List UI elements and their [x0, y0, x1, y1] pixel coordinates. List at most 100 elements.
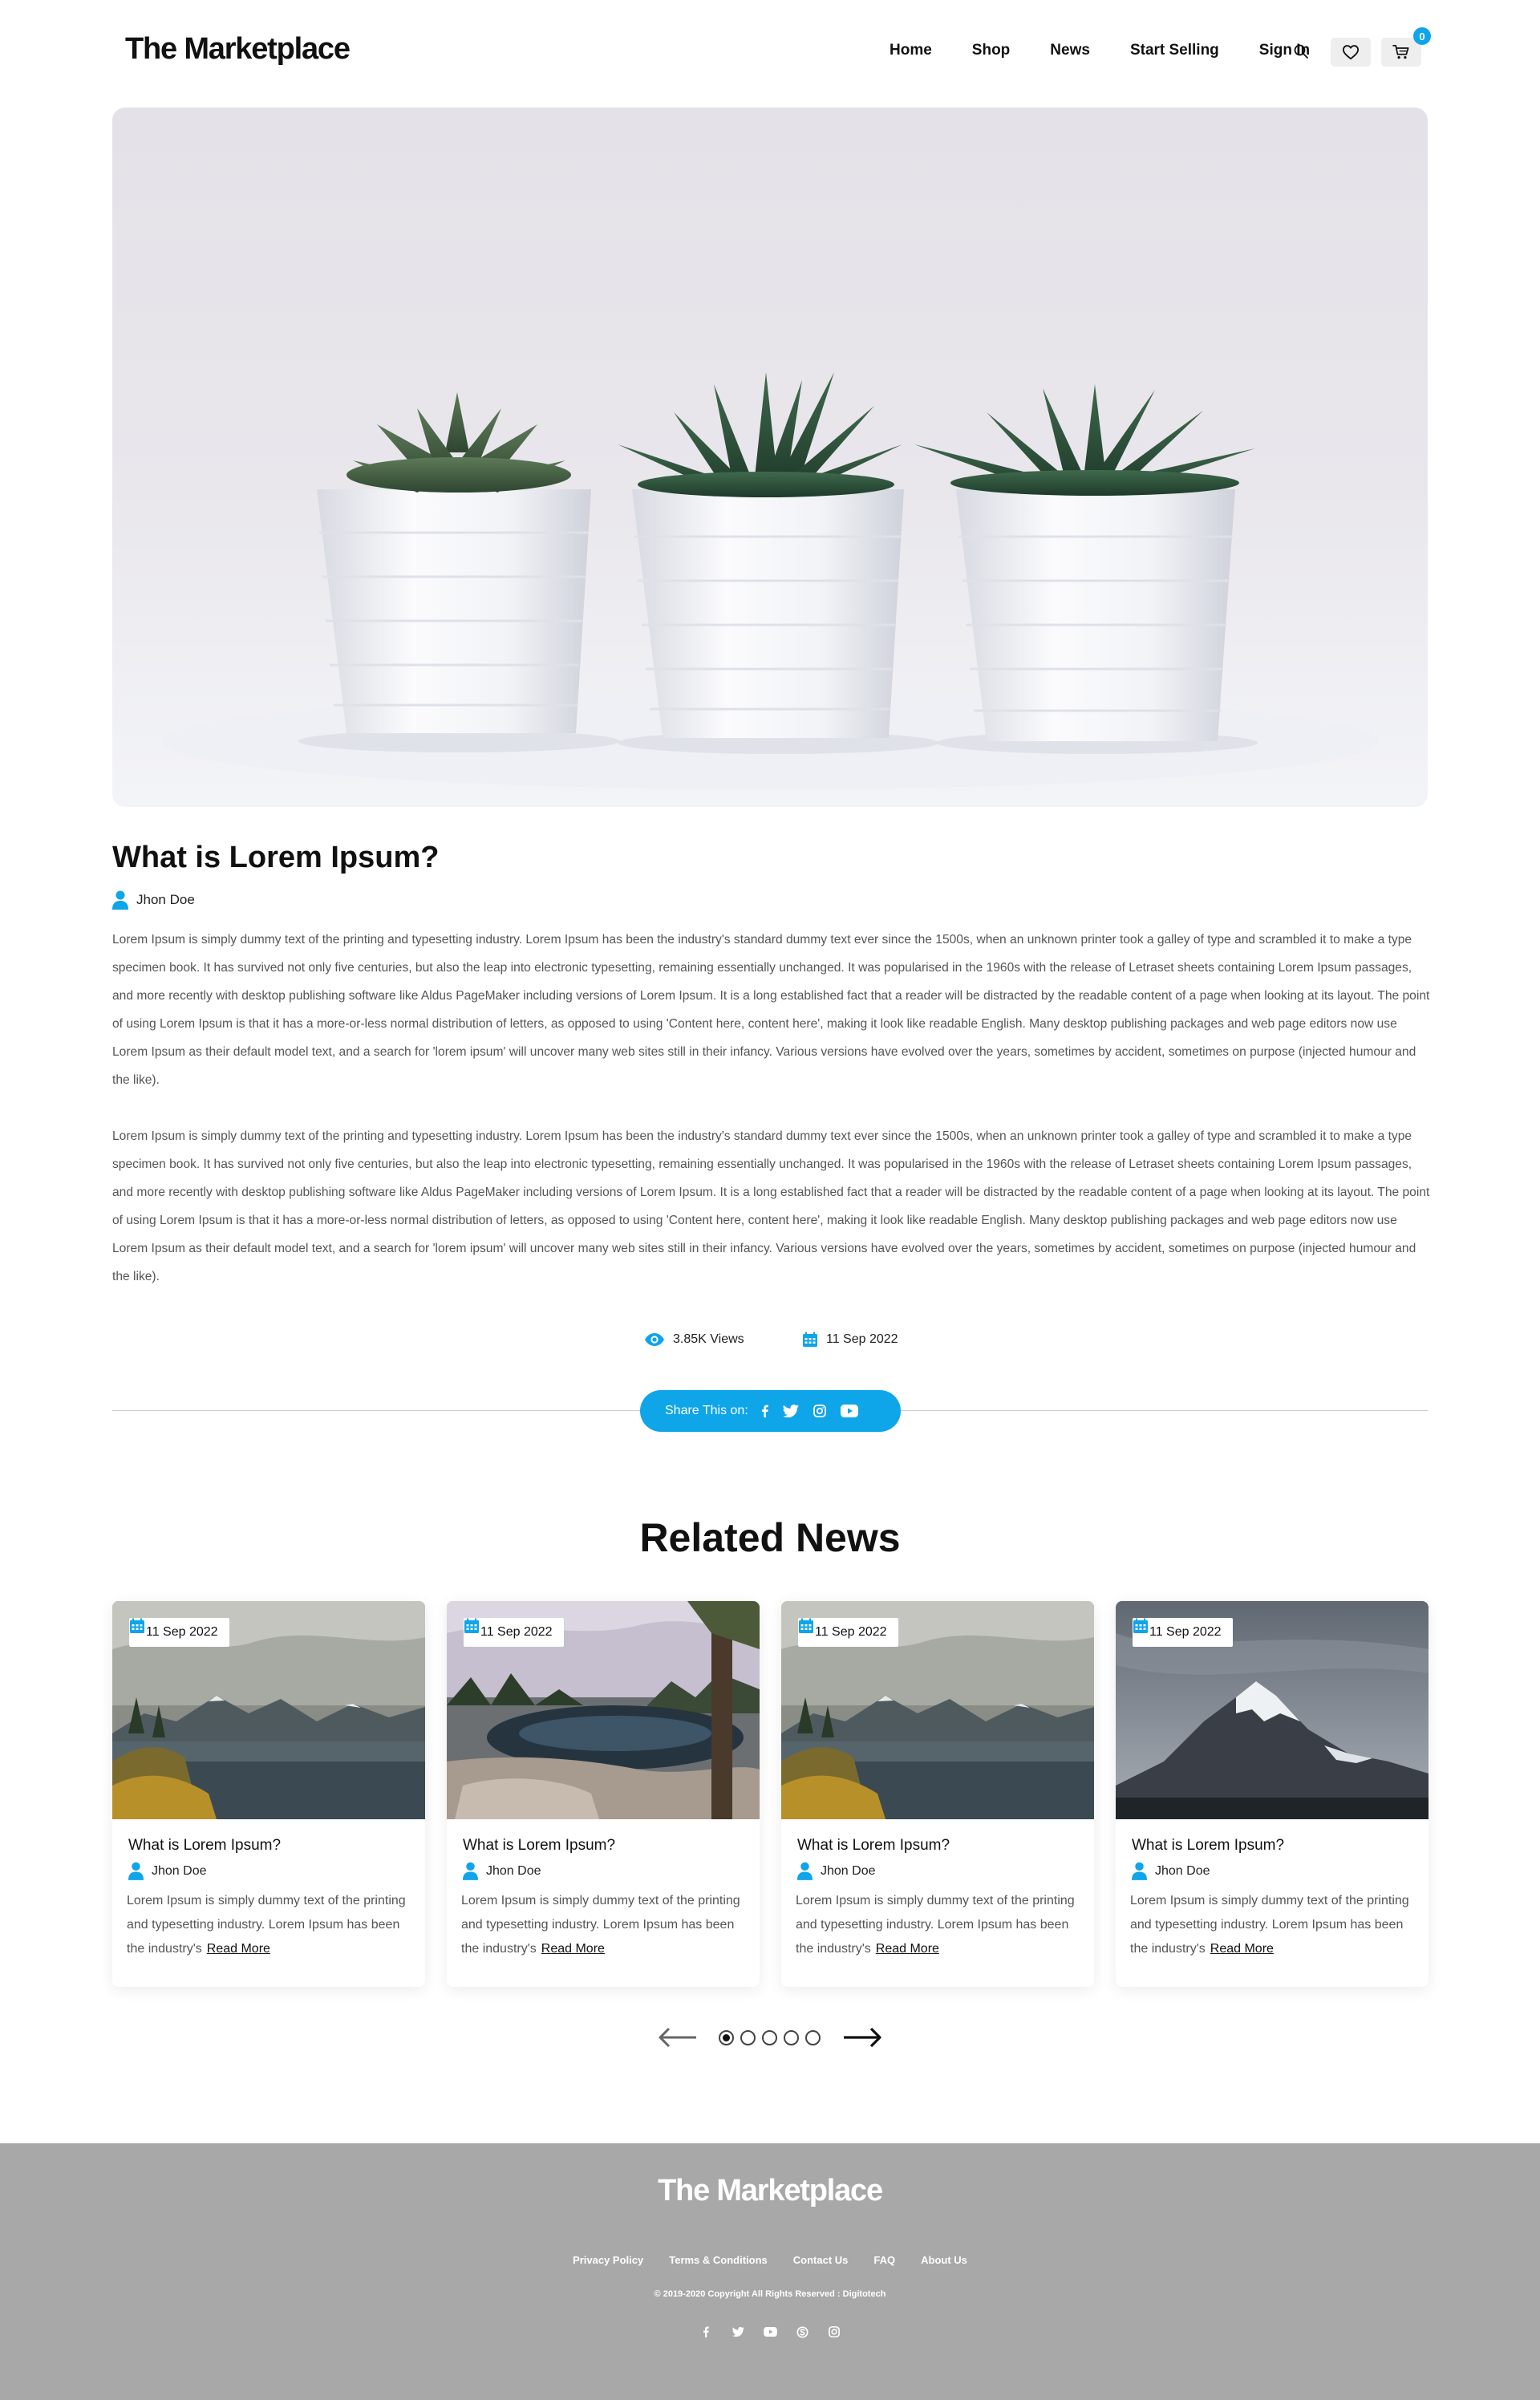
news-card-date: 11 Sep 2022: [798, 1618, 898, 1647]
carousel-dot[interactable]: [805, 2030, 821, 2045]
news-card[interactable]: 11 Sep 2022 What is Lorem Ipsum? Jhon Do…: [112, 1601, 425, 1987]
footer-link-privacy[interactable]: Privacy Policy: [573, 2254, 643, 2266]
main-nav: Home Shop News Start Selling Sign In: [890, 42, 1310, 59]
article-date-text: 11 Sep 2022: [826, 1332, 898, 1346]
share-instagram-button[interactable]: [813, 1405, 826, 1417]
instagram-icon: [813, 1405, 826, 1417]
news-card-image: 11 Sep 2022: [1116, 1601, 1429, 1819]
news-card-author-name: Jhon Doe: [821, 1863, 876, 1878]
news-card-author-name: Jhon Doe: [486, 1863, 541, 1878]
news-card-image: 11 Sep 2022: [112, 1601, 425, 1819]
arrow-right-icon: [844, 2027, 881, 2048]
read-more-link[interactable]: Read More: [541, 1942, 605, 1956]
news-card[interactable]: 11 Sep 2022 What is Lorem Ipsum? Jhon Do…: [447, 1601, 760, 1987]
site-logo[interactable]: The Marketplace: [125, 32, 351, 67]
hero-image: [112, 107, 1428, 807]
carousel-dot[interactable]: [784, 2030, 799, 2045]
article-author-name: Jhon Doe: [136, 892, 195, 907]
nav-shop[interactable]: Shop: [972, 42, 1011, 59]
share-facebook-button[interactable]: [761, 1405, 768, 1417]
footer-link-terms[interactable]: Terms & Conditions: [669, 2254, 768, 2266]
read-more-link[interactable]: Read More: [207, 1942, 270, 1956]
twitter-icon: [782, 1405, 799, 1417]
user-icon: [797, 1862, 813, 1880]
carousel-prev-button[interactable]: [658, 2025, 698, 2050]
footer-skype-link[interactable]: [793, 2323, 811, 2341]
skype-icon: [796, 2325, 808, 2338]
news-card-date: 11 Sep 2022: [1133, 1618, 1233, 1647]
calendar-icon: [803, 1332, 817, 1347]
news-card-author-name: Jhon Doe: [1155, 1863, 1210, 1878]
footer-twitter-link[interactable]: [729, 2323, 747, 2341]
news-card-excerpt: Lorem Ipsum is simply dummy text of the …: [461, 1894, 740, 1956]
news-card-title[interactable]: What is Lorem Ipsum?: [128, 1837, 281, 1855]
cart-icon: [1392, 44, 1409, 59]
carousel-dot[interactable]: [740, 2030, 756, 2045]
footer-link-about[interactable]: About Us: [921, 2254, 967, 2266]
news-card[interactable]: 11 Sep 2022 What is Lorem Ipsum? Jhon Do…: [1116, 1601, 1429, 1987]
carousel-dot[interactable]: [719, 2030, 734, 2045]
share-twitter-button[interactable]: [782, 1405, 799, 1417]
read-more-link[interactable]: Read More: [1210, 1942, 1274, 1956]
cart-button[interactable]: 0: [1381, 27, 1431, 67]
news-card-date: 11 Sep 2022: [464, 1618, 564, 1647]
news-card-date-text: 11 Sep 2022: [815, 1625, 887, 1639]
news-card-date: 11 Sep 2022: [129, 1618, 229, 1647]
footer-instagram-link[interactable]: [825, 2323, 843, 2341]
site-header: The Marketplace Home Shop News Start Sel…: [0, 0, 1540, 104]
news-card-author: Jhon Doe: [128, 1862, 207, 1880]
related-news-carousel: 11 Sep 2022 What is Lorem Ipsum? Jhon Do…: [112, 1601, 1429, 1987]
article-title: What is Lorem Ipsum?: [112, 841, 440, 874]
nav-news[interactable]: News: [1050, 42, 1090, 59]
cart-count-badge: 0: [1413, 27, 1431, 45]
carousel-next-button[interactable]: [842, 2025, 882, 2050]
article-date: 11 Sep 2022: [802, 1328, 898, 1351]
nav-start-selling[interactable]: Start Selling: [1130, 42, 1219, 59]
calendar-icon: [1133, 1618, 1148, 1633]
footer-logo[interactable]: The Marketplace: [0, 2174, 1540, 2208]
carousel-dot[interactable]: [762, 2030, 777, 2045]
user-icon: [128, 1862, 144, 1880]
news-card-date-text: 11 Sep 2022: [146, 1625, 218, 1639]
news-card-author: Jhon Doe: [1132, 1862, 1210, 1880]
views-count: 3.85K Views: [673, 1332, 744, 1346]
wishlist-button[interactable]: [1331, 38, 1371, 67]
article-paragraph: Lorem Ipsum is simply dummy text of the …: [112, 933, 1430, 1087]
share-label: Share This on:: [665, 1404, 748, 1417]
footer-facebook-link[interactable]: [697, 2323, 715, 2341]
news-card-image: 11 Sep 2022: [447, 1601, 760, 1819]
user-icon: [463, 1862, 478, 1880]
twitter-icon: [732, 2327, 744, 2337]
footer-link-contact[interactable]: Contact Us: [793, 2254, 849, 2266]
site-footer: The Marketplace Privacy Policy Terms & C…: [0, 2143, 1540, 2400]
calendar-icon: [130, 1618, 144, 1633]
calendar-icon: [464, 1618, 479, 1633]
facebook-icon: [703, 2326, 709, 2337]
footer-youtube-link[interactable]: [761, 2323, 779, 2341]
news-card-author-name: Jhon Doe: [152, 1863, 207, 1878]
arrow-left-icon: [659, 2027, 696, 2048]
article-author: Jhon Doe: [112, 890, 195, 910]
news-card[interactable]: 11 Sep 2022 What is Lorem Ipsum? Jhon Do…: [781, 1601, 1094, 1987]
footer-social: [0, 2321, 1540, 2345]
read-more-link[interactable]: Read More: [876, 1942, 939, 1956]
news-card-author: Jhon Doe: [463, 1862, 541, 1880]
heart-icon: [1342, 45, 1359, 60]
news-card-title[interactable]: What is Lorem Ipsum?: [463, 1837, 615, 1855]
nav-home[interactable]: Home: [890, 42, 932, 59]
instagram-icon: [829, 2326, 840, 2337]
news-card-title[interactable]: What is Lorem Ipsum?: [797, 1837, 950, 1855]
news-card-excerpt: Lorem Ipsum is simply dummy text of the …: [796, 1894, 1075, 1956]
news-card-date-text: 11 Sep 2022: [1149, 1625, 1222, 1639]
news-card-excerpt: Lorem Ipsum is simply dummy text of the …: [1130, 1894, 1409, 1956]
news-card-title[interactable]: What is Lorem Ipsum?: [1132, 1837, 1284, 1855]
news-card-image: 11 Sep 2022: [781, 1601, 1094, 1819]
footer-links: Privacy Policy Terms & Conditions Contac…: [0, 2254, 1540, 2266]
facebook-icon: [761, 1405, 768, 1417]
calendar-icon: [799, 1618, 813, 1633]
youtube-icon: [840, 1405, 858, 1417]
eye-icon: [645, 1333, 664, 1346]
footer-link-faq[interactable]: FAQ: [873, 2254, 895, 2266]
search-button[interactable]: [1290, 40, 1312, 63]
share-youtube-button[interactable]: [840, 1405, 858, 1417]
